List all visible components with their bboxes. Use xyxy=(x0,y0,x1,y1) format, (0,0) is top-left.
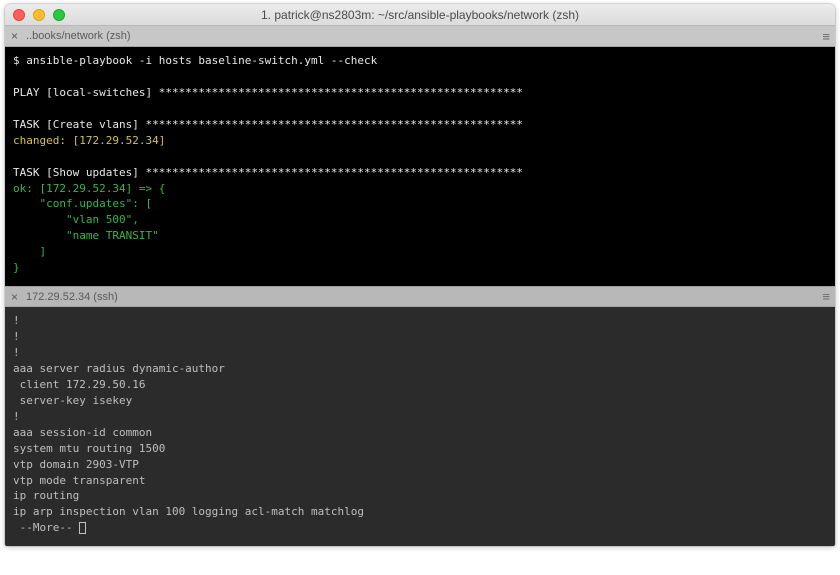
close-tab-icon[interactable]: × xyxy=(11,290,18,304)
terminal-text: aaa session-id common xyxy=(13,426,152,439)
terminal-line: ok: [172.29.52.34] => { xyxy=(13,181,827,197)
terminal-line: ip routing xyxy=(13,488,827,504)
terminal-text: server-key isekey xyxy=(13,394,132,407)
terminal-line: changed: [172.29.52.34] xyxy=(13,133,827,149)
terminal-line: } xyxy=(13,260,827,276)
terminal-line: aaa session-id common xyxy=(13,425,827,441)
zoom-icon[interactable] xyxy=(53,9,65,21)
terminal-line: vtp mode transparent xyxy=(13,473,827,489)
terminal-line: TASK [Create vlans] ********************… xyxy=(13,117,827,133)
terminal-text xyxy=(13,102,20,115)
terminal-line: ] xyxy=(13,244,827,260)
terminal-text: vtp domain 2903-VTP xyxy=(13,458,139,471)
terminal-text: ! xyxy=(13,410,20,423)
minimize-icon[interactable] xyxy=(33,9,45,21)
close-icon[interactable] xyxy=(13,9,25,21)
terminal-text: aaa server radius dynamic-author xyxy=(13,362,225,375)
terminal-pane-bottom[interactable]: !!! aaa server radius dynamic-author clie… xyxy=(5,307,835,546)
terminal-window: 1. patrick@ns2803m: ~/src/ansible-playbo… xyxy=(5,4,835,546)
terminal-line: --More-- xyxy=(13,520,827,536)
terminal-line: "vlan 500", xyxy=(13,212,827,228)
terminal-text: client 172.29.50.16 xyxy=(13,378,145,391)
terminal-text: PLAY [local-switches] ******************… xyxy=(13,86,523,99)
terminal-line: aaa server radius dynamic-author xyxy=(13,361,827,377)
window-title: 1. patrick@ns2803m: ~/src/ansible-playbo… xyxy=(5,8,835,22)
terminal-line: $ ansible-playbook -i hosts baseline-swi… xyxy=(13,53,827,69)
terminal-line: TASK [Show updates] ********************… xyxy=(13,165,827,181)
terminal-text xyxy=(13,150,20,163)
terminal-text: $ ansible-playbook -i hosts baseline-swi… xyxy=(13,54,377,67)
titlebar: 1. patrick@ns2803m: ~/src/ansible-playbo… xyxy=(5,4,835,26)
terminal-text: "vlan 500", xyxy=(13,213,139,226)
terminal-text: "conf.updates": [ xyxy=(13,197,152,210)
terminal-line: vtp domain 2903-VTP xyxy=(13,457,827,473)
terminal-line xyxy=(13,149,827,165)
terminal-line: PLAY [local-switches] ******************… xyxy=(13,85,827,101)
tab-label[interactable]: 172.29.52.34 (ssh) xyxy=(26,291,822,303)
close-tab-icon[interactable]: × xyxy=(11,29,18,43)
terminal-line: ! xyxy=(13,329,827,345)
terminal-text: ip routing xyxy=(13,489,79,502)
terminal-text: ! xyxy=(13,314,20,327)
hamburger-icon[interactable]: ≡ xyxy=(822,29,829,44)
terminal-text: TASK [Create vlans] ********************… xyxy=(13,118,523,131)
terminal-line: ! xyxy=(13,409,827,425)
terminal-text: "name TRANSIT" xyxy=(13,229,159,242)
terminal-text: ok: [172.29.52.34] => { xyxy=(13,182,165,195)
terminal-line: "conf.updates": [ xyxy=(13,196,827,212)
terminal-line: ! xyxy=(13,345,827,361)
terminal-text: TASK [Show updates] ********************… xyxy=(13,166,523,179)
terminal-text xyxy=(13,70,20,83)
terminal-text: ] xyxy=(13,245,46,258)
terminal-text: } xyxy=(13,261,20,274)
terminal-text: ip arp inspection vlan 100 logging acl-m… xyxy=(13,505,364,518)
terminal-line: server-key isekey xyxy=(13,393,827,409)
terminal-text: ! xyxy=(13,330,20,343)
hamburger-icon[interactable]: ≡ xyxy=(822,289,829,304)
terminal-pane-top[interactable]: $ ansible-playbook -i hosts baseline-swi… xyxy=(5,47,835,286)
terminal-text: --More-- xyxy=(13,521,79,534)
terminal-text: ! xyxy=(13,346,20,359)
tab-label[interactable]: ..books/network (zsh) xyxy=(26,30,822,42)
terminal-line xyxy=(13,69,827,85)
terminal-text: vtp mode transparent xyxy=(13,474,145,487)
traffic-lights xyxy=(13,9,65,21)
tab-bar-bottom: × 172.29.52.34 (ssh) ≡ xyxy=(5,286,835,307)
cursor-icon xyxy=(79,522,86,534)
terminal-text: system mtu routing 1500 xyxy=(13,442,165,455)
terminal-line: ! xyxy=(13,313,827,329)
terminal-line: ip arp inspection vlan 100 logging acl-m… xyxy=(13,504,827,520)
tab-bar-top: × ..books/network (zsh) ≡ xyxy=(5,26,835,47)
terminal-text: changed: [172.29.52.34] xyxy=(13,134,165,147)
terminal-line xyxy=(13,101,827,117)
terminal-line: system mtu routing 1500 xyxy=(13,441,827,457)
terminal-line: "name TRANSIT" xyxy=(13,228,827,244)
terminal-line: client 172.29.50.16 xyxy=(13,377,827,393)
